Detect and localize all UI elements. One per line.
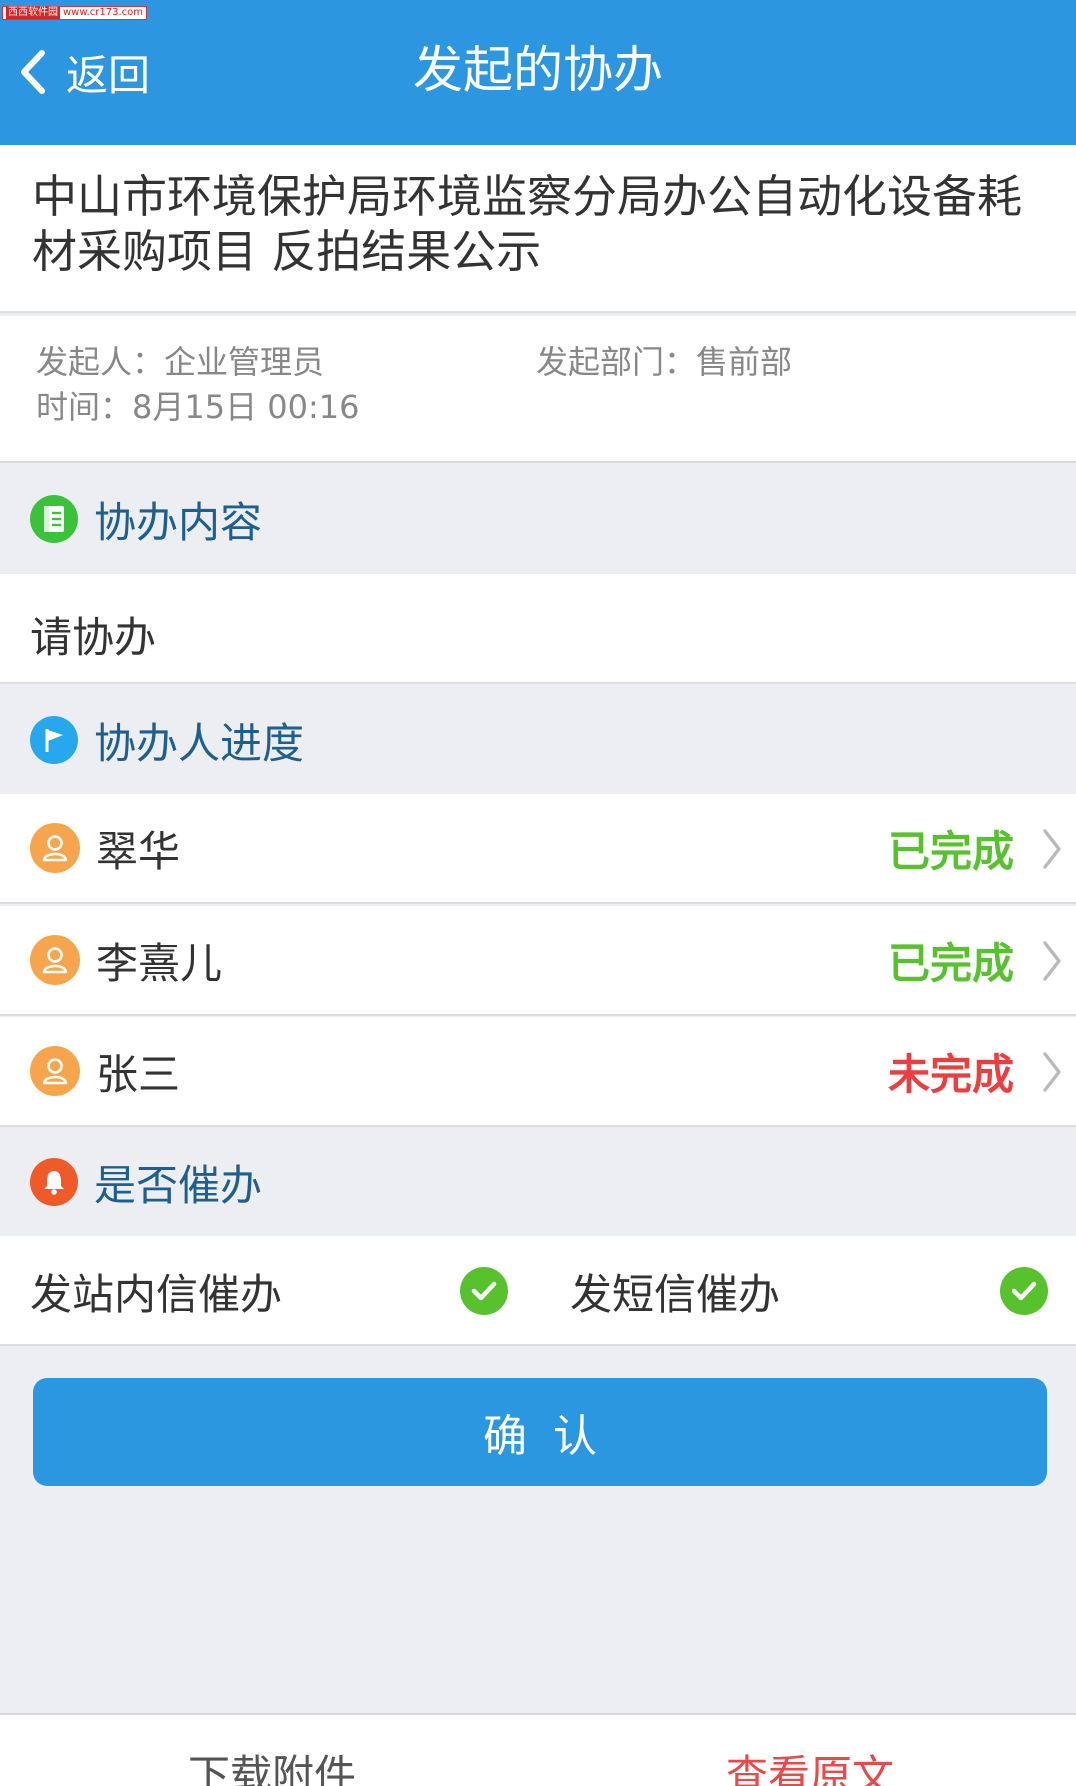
assignee-name: 李熹儿 bbox=[96, 938, 223, 988]
section-progress-header: 协办人进度 bbox=[0, 686, 1076, 794]
page-title: 发起的协办 bbox=[413, 41, 663, 99]
section-content-header: 协办内容 bbox=[0, 465, 1076, 573]
assignee-row[interactable]: 翠华 已完成 bbox=[0, 794, 1076, 904]
watermark: 西西软件园 www.cr173.com bbox=[2, 6, 148, 20]
assignee-row[interactable]: 张三 未完成 bbox=[0, 1017, 1076, 1127]
bottom-bar: 下载附件 查看原文 bbox=[0, 1713, 1076, 1786]
chevron-right-icon bbox=[1043, 941, 1061, 981]
department-text: 发起部门：售前部 bbox=[536, 343, 793, 381]
avatar-icon bbox=[30, 935, 80, 985]
internal-remind-option[interactable]: 发站内信催办 bbox=[30, 1236, 510, 1346]
assignee-status: 已完成 bbox=[887, 826, 1014, 876]
checkmark-icon bbox=[460, 1267, 508, 1315]
note-icon bbox=[30, 495, 78, 543]
view-original-button[interactable]: 查看原文 bbox=[726, 1751, 894, 1786]
download-attachment-button[interactable]: 下载附件 bbox=[188, 1751, 356, 1786]
assignee-status: 已完成 bbox=[887, 938, 1014, 988]
assignee-status: 未完成 bbox=[887, 1049, 1014, 1099]
chevron-right-icon bbox=[1043, 829, 1061, 869]
section-progress-title: 协办人进度 bbox=[94, 718, 305, 768]
meta-info: 发起人：企业管理员 发起部门：售前部 时间：8月15日 00:16 bbox=[0, 316, 1076, 463]
assignee-name: 翠华 bbox=[96, 826, 181, 876]
internal-remind-label: 发站内信催办 bbox=[30, 1269, 283, 1319]
watermark-url: www.cr173.com bbox=[63, 7, 144, 18]
checkmark-icon bbox=[1000, 1267, 1048, 1315]
watermark-brand: 西西软件园 bbox=[6, 7, 60, 19]
avatar-icon bbox=[30, 823, 80, 873]
subject-title: 中山市环境保护局环境监察分局办公自动化设备耗材采购项目 反拍结果公示 bbox=[0, 145, 1076, 313]
bell-icon bbox=[30, 1158, 78, 1206]
content-row: 请协办 bbox=[0, 574, 1076, 684]
sms-remind-label: 发短信催办 bbox=[570, 1269, 781, 1319]
sms-remind-option[interactable]: 发短信催办 bbox=[570, 1236, 1050, 1346]
initiator-text: 发起人：企业管理员 bbox=[36, 343, 325, 381]
flag-icon bbox=[30, 716, 78, 764]
section-content-title: 协办内容 bbox=[94, 497, 263, 547]
remind-row: 发站内信催办 发短信催办 bbox=[0, 1236, 1076, 1346]
content-text: 请协办 bbox=[30, 613, 157, 662]
chevron-right-icon bbox=[1043, 1052, 1061, 1092]
section-remind-header: 是否催办 bbox=[0, 1128, 1076, 1236]
avatar-icon bbox=[30, 1046, 80, 1096]
time-text: 时间：8月15日 00:16 bbox=[36, 388, 360, 426]
confirm-button[interactable]: 确认 bbox=[33, 1378, 1047, 1486]
section-remind-title: 是否催办 bbox=[94, 1160, 263, 1210]
assignee-name: 张三 bbox=[96, 1049, 181, 1099]
nav-bar: 返回 发起的协办 bbox=[0, 0, 1076, 145]
assignee-row[interactable]: 李熹儿 已完成 bbox=[0, 906, 1076, 1016]
